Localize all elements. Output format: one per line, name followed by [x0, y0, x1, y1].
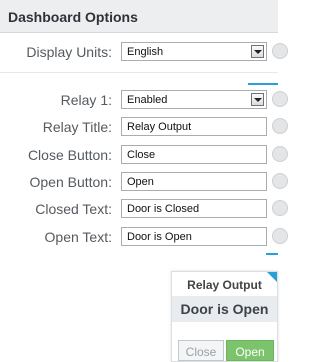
close-button-row: Close Button: Close — [0, 145, 288, 167]
accent-line — [248, 83, 278, 85]
open-text-label: Open Text: — [44, 229, 112, 245]
open-text-input[interactable]: Door is Open — [121, 227, 267, 246]
help-icon[interactable] — [272, 200, 288, 216]
dashboard-options-panel: Dashboard Options Display Units: English… — [0, 0, 288, 362]
help-icon[interactable] — [272, 118, 288, 134]
help-icon[interactable] — [272, 173, 288, 189]
dropdown-arrow-icon[interactable] — [251, 93, 264, 106]
accent-line — [266, 253, 278, 255]
close-button-input[interactable]: Close — [121, 145, 267, 164]
dropdown-arrow-icon[interactable] — [251, 45, 264, 58]
open-button-label: Open Button: — [29, 174, 112, 190]
close-button[interactable]: Close — [178, 340, 224, 361]
display-units-row: Display Units: English — [0, 42, 288, 64]
relay-preview-widget: Relay Output Door is Open Close Open — [171, 271, 278, 362]
panel-title: Dashboard Options — [8, 9, 138, 25]
help-icon[interactable] — [272, 43, 288, 59]
open-button-row: Open Button: Open — [0, 172, 288, 194]
relay-value: Enabled — [127, 94, 168, 106]
open-button-input[interactable]: Open — [121, 172, 267, 191]
relay-label: Relay 1: — [60, 92, 112, 108]
help-icon[interactable] — [272, 146, 288, 162]
closed-text-label: Closed Text: — [35, 201, 112, 217]
relay-title-label: Relay Title: — [42, 119, 112, 135]
display-units-label: Display Units: — [26, 44, 112, 60]
relay-title-row: Relay Title: Relay Output — [0, 117, 288, 139]
help-icon[interactable] — [272, 228, 288, 244]
panel-header: Dashboard Options — [0, 0, 278, 33]
preview-status: Door is Open — [172, 296, 277, 322]
display-units-select[interactable]: English — [121, 42, 267, 61]
closed-text-row: Closed Text: Door is Closed — [0, 199, 288, 221]
section-divider — [0, 72, 278, 73]
close-button-label: Close Button: — [27, 147, 112, 163]
relay-select[interactable]: Enabled — [121, 90, 267, 109]
closed-text-input[interactable]: Door is Closed — [121, 199, 267, 218]
relay-row: Relay 1: Enabled — [0, 90, 288, 112]
help-icon[interactable] — [272, 91, 288, 107]
open-text-row: Open Text: Door is Open — [0, 227, 288, 249]
preview-title: Relay Output — [187, 278, 262, 292]
display-units-value: English — [127, 46, 164, 58]
relay-title-input[interactable]: Relay Output — [121, 117, 267, 136]
open-button[interactable]: Open — [226, 340, 274, 361]
